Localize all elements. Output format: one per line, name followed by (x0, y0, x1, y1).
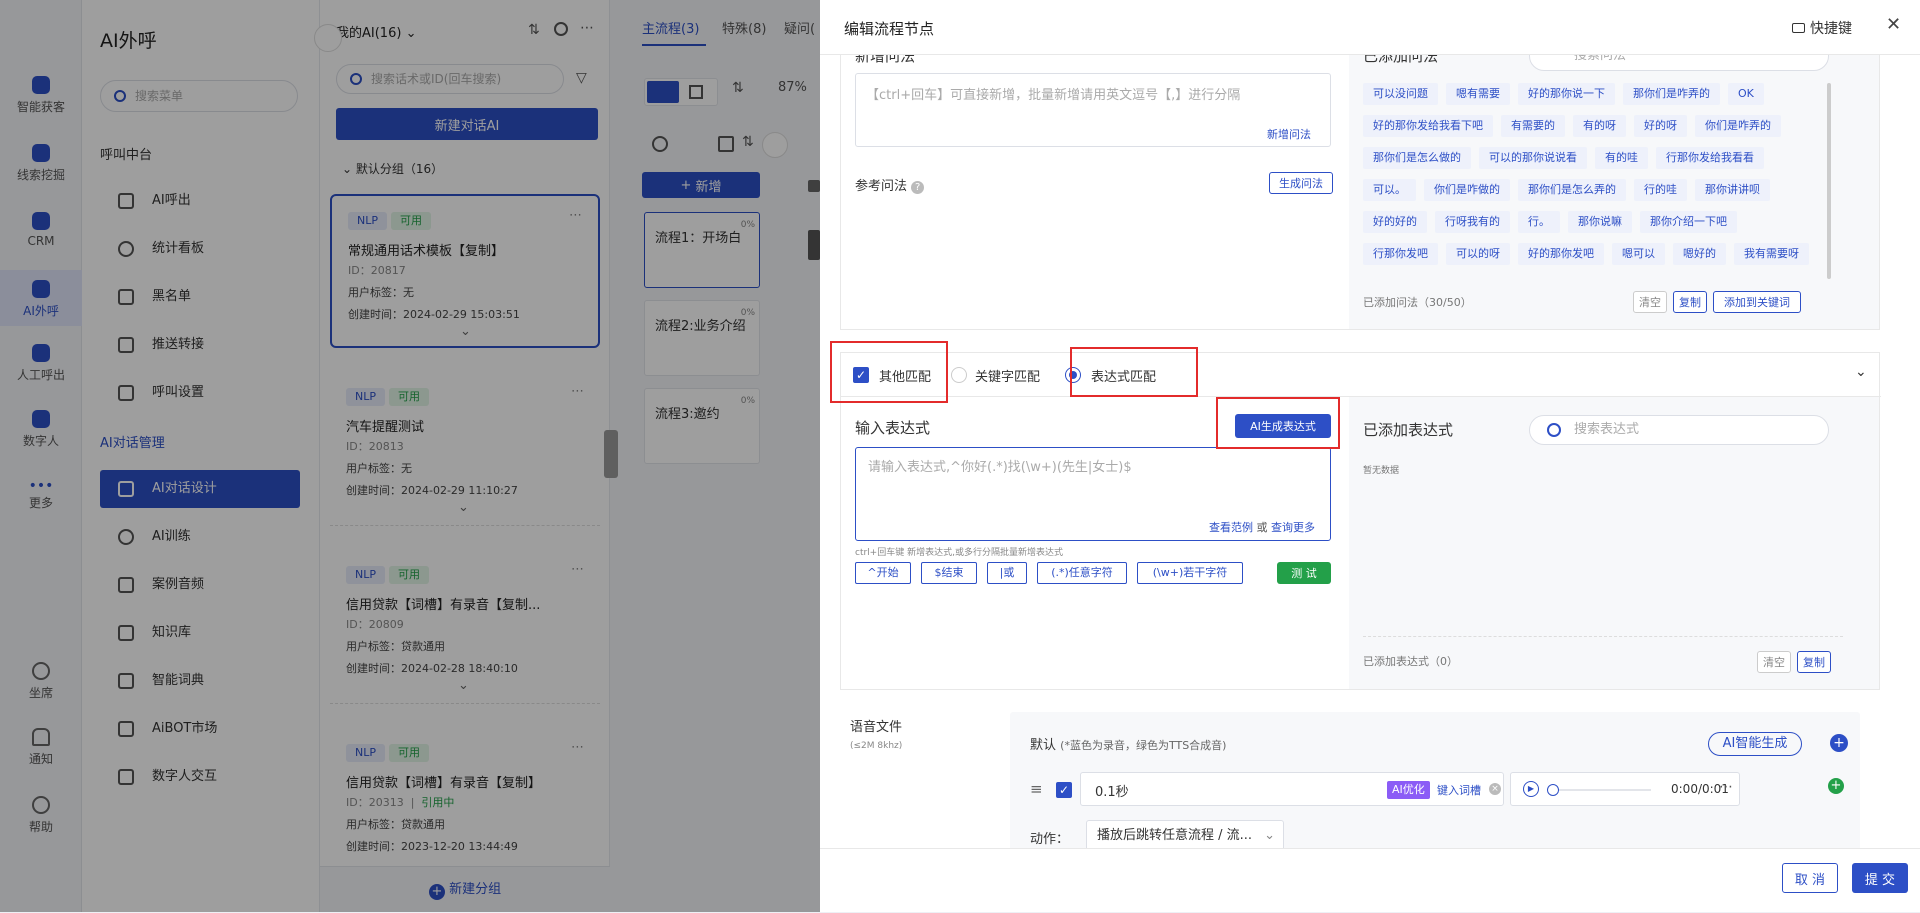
keyword-match-radio[interactable] (951, 367, 967, 383)
question-chip[interactable]: 可以。 (1363, 179, 1416, 201)
op-start-button[interactable]: ^开始 (855, 562, 911, 584)
divider (1363, 636, 1843, 637)
generate-question-button[interactable]: 生成问法 (1269, 172, 1333, 194)
expression-input-label: 输入表达式 (855, 419, 931, 437)
keyword-match-label: 关键字匹配 (975, 370, 1041, 385)
match-mode-bar: ✓ 其他匹配 关键字匹配 表达式匹配 ⌄ (841, 353, 1881, 397)
question-chip[interactable]: 行那你发给我看看 (1656, 147, 1764, 169)
expression-hint: ctrl+回车键 新增表达式,或多行分隔批量新增表达式 (855, 548, 1063, 558)
highlight-box (1070, 347, 1198, 397)
test-button[interactable]: 测 试 (1277, 562, 1331, 584)
question-chip[interactable]: OK (1728, 83, 1764, 105)
highlight-box (1216, 397, 1340, 449)
op-any-char-button[interactable]: (.*)任意字符 (1037, 562, 1127, 584)
question-chip[interactable]: 你们是咋做的 (1424, 179, 1510, 201)
question-chip[interactable]: 行呀我有的 (1435, 211, 1510, 233)
match-section: ✓ 其他匹配 关键字匹配 表达式匹配 ⌄ 输入表达式 AI生成表达式 请输入表达… (840, 352, 1881, 690)
copy-questions-button[interactable]: 复制 (1673, 291, 1707, 313)
audio-progress[interactable] (1551, 789, 1651, 791)
question-chip[interactable]: 好的呀 (1634, 115, 1687, 137)
insert-slot-button[interactable]: 键入词槽 (1437, 782, 1481, 798)
edit-node-drawer: 编辑流程节点 快捷键 ✕ 新增问法 【ctrl+回车】可直接新增，批量新增请用英… (820, 0, 1920, 912)
expression-links: 查看范例 或 查询更多 (1209, 521, 1315, 534)
question-chip[interactable]: 我有需要呀 (1734, 243, 1809, 265)
keyboard-icon (1792, 23, 1805, 33)
question-chip[interactable]: 有的哇 (1595, 147, 1648, 169)
op-word-chars-button[interactable]: (\w+)若干字符 (1137, 562, 1243, 584)
close-icon[interactable]: ✕ (1886, 14, 1901, 35)
question-chip[interactable]: 有的呀 (1573, 115, 1626, 137)
action-label: 动作： (1030, 832, 1070, 847)
new-question-input[interactable]: 【ctrl+回车】可直接新增，批量新增请用英文逗号【,】进行分隔 (855, 73, 1331, 147)
chevron-down-icon: ⌄ (1264, 828, 1275, 843)
view-example-link[interactable]: 查看范例 (1209, 521, 1253, 534)
ai-smart-generate-button[interactable]: AI智能生成 (1708, 732, 1802, 756)
voice-file-label: 语音文件 (850, 720, 903, 735)
help-icon: ? (911, 181, 925, 194)
op-or-button[interactable]: |或 (987, 562, 1027, 584)
new-question-label: 新增问法 (855, 55, 916, 65)
voice-checkbox[interactable]: ✓ (1056, 782, 1072, 798)
plus-circle-icon[interactable]: + (1830, 734, 1848, 752)
question-chips: 可以没问题 嗯有需要 好的那你说一下 那你们是咋弄的 OK 好的那你发给我看下吧 有需要的有… (1349, 55, 1829, 285)
question-chip[interactable]: 好的那你说一下 (1518, 83, 1615, 105)
drawer-title: 编辑流程节点 (844, 20, 935, 38)
overlay-mask[interactable] (0, 0, 820, 912)
shortcut-button[interactable]: 快捷键 (1792, 18, 1852, 38)
voice-text-input[interactable]: 0.1秒 AI优化 键入词槽 × (1080, 772, 1504, 806)
ai-optimize-button[interactable]: AI优化 (1387, 781, 1430, 799)
question-chip[interactable]: 有需要的 (1501, 115, 1565, 137)
question-chip[interactable]: 好的那你发给我看下吧 (1363, 115, 1493, 137)
question-chip[interactable]: 行那你发吧 (1363, 243, 1438, 265)
question-chip[interactable]: 行。 (1518, 211, 1560, 233)
question-chip[interactable]: 你们是咋弄的 (1695, 115, 1781, 137)
question-chip[interactable]: 好的那你发吧 (1518, 243, 1604, 265)
highlight-box (830, 341, 948, 403)
add-to-keyword-button[interactable]: 添加到关键词 (1713, 291, 1801, 313)
reference-question-label: 参考问法 ? (855, 175, 925, 194)
submit-button[interactable]: 提 交 (1852, 863, 1908, 893)
question-chip[interactable]: 那你讲讲呗 (1695, 179, 1770, 201)
question-section: 新增问法 【ctrl+回车】可直接新增，批量新增请用英文逗号【,】进行分隔 新增… (840, 55, 1880, 330)
question-chip[interactable]: 嗯可以 (1612, 243, 1665, 265)
more-icon[interactable]: ⋯ (1719, 779, 1733, 795)
cancel-button[interactable]: 取 消 (1782, 863, 1838, 893)
question-chip[interactable]: 那你说嘛 (1568, 211, 1632, 233)
new-question-link[interactable]: 新增问法 (1267, 126, 1311, 142)
progress-knob[interactable] (1547, 784, 1559, 796)
no-data-text: 暂无数据 (1363, 466, 1400, 476)
added-expressions-panel: 已添加表达式 搜索表达式 暂无数据 已添加表达式（0） 清空 复制 (1349, 397, 1879, 689)
drawer-footer: 取 消 提 交 (820, 848, 1920, 912)
search-icon (1547, 423, 1561, 437)
added-expression-count: 已添加表达式（0） (1363, 655, 1458, 668)
query-more-link[interactable]: 查询更多 (1271, 521, 1315, 534)
question-chip[interactable]: 那你们是怎么做的 (1363, 147, 1471, 169)
play-icon[interactable]: ▶ (1523, 781, 1539, 797)
expression-search-input[interactable]: 搜索表达式 (1529, 415, 1829, 445)
question-chip[interactable]: 可以的那你说说看 (1479, 147, 1587, 169)
question-chip[interactable]: 嗯有需要 (1446, 83, 1510, 105)
question-chip[interactable]: 那你们是咋弄的 (1623, 83, 1720, 105)
close-icon[interactable]: × (1489, 783, 1501, 795)
copy-expressions-button[interactable]: 复制 (1797, 651, 1831, 673)
plus-circle-icon[interactable]: + (1828, 778, 1844, 794)
drag-handle-icon[interactable]: ≡ (1030, 780, 1043, 798)
clear-questions-button[interactable]: 清空 (1633, 291, 1667, 313)
question-chip[interactable]: 那你们是怎么弄的 (1518, 179, 1626, 201)
audio-player: ▶ 0:00/0:01 ⋯ (1510, 772, 1740, 806)
added-questions-panel: 已添加问法 搜索问法 可以没问题 嗯有需要 好的那你说一下 那你们是咋弄的 OK 好的那你… (1349, 55, 1879, 329)
added-question-count: 已添加问法（30/50） (1363, 296, 1472, 309)
voice-file-limit: (≤2M 8khz) (850, 741, 903, 751)
op-end-button[interactable]: $结束 (921, 562, 977, 584)
question-chip[interactable]: 好的好的 (1363, 211, 1427, 233)
question-chip[interactable]: 可以没问题 (1363, 83, 1438, 105)
clear-expressions-button[interactable]: 清空 (1757, 651, 1791, 673)
question-chip[interactable]: 可以的呀 (1446, 243, 1510, 265)
chevron-down-icon[interactable]: ⌄ (1855, 364, 1867, 380)
added-expressions-title: 已添加表达式 (1363, 421, 1454, 439)
question-chip[interactable]: 行的哇 (1634, 179, 1687, 201)
question-chip[interactable]: 那你介绍一下吧 (1640, 211, 1737, 233)
default-voice-label: 默认 (*蓝色为录音，绿色为TTS合成音) (1030, 738, 1227, 753)
question-chip[interactable]: 嗯好的 (1673, 243, 1726, 265)
